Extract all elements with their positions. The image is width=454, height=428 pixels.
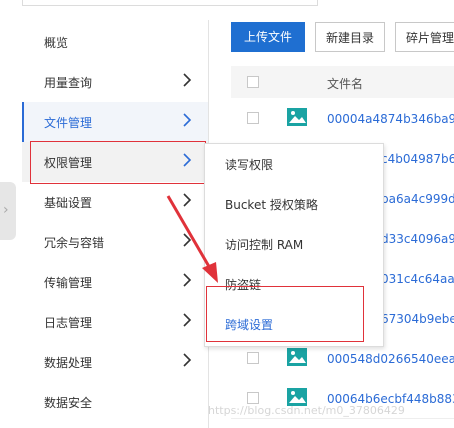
sidebar-item-label: 文件管理: [44, 116, 93, 130]
sidebar-item-label: 基础设置: [44, 196, 93, 210]
file-name-link[interactable]: d33c4096a9: [381, 232, 454, 246]
submenu-item-read-write[interactable]: 读写权限: [225, 156, 273, 173]
new-directory-button[interactable]: 新建目录: [315, 22, 385, 52]
image-file-icon: [287, 108, 307, 126]
row-checkbox[interactable]: [247, 352, 259, 364]
sidebar-item-usage[interactable]: 用量查询: [22, 62, 208, 102]
chevron-right-icon: [183, 353, 192, 367]
sidebar-item-label: 传输管理: [44, 276, 93, 290]
select-all-checkbox[interactable]: [247, 76, 259, 88]
sidebar-item-basic-settings[interactable]: 基础设置: [22, 182, 208, 222]
highlight-box-permission: [30, 141, 206, 184]
table-header: 文件名: [231, 66, 454, 98]
chevron-right-icon: [183, 233, 192, 247]
chevron-right-icon: [183, 313, 192, 327]
sidebar-item-label: 用量查询: [44, 76, 93, 90]
sidebar-item-logs[interactable]: 日志管理: [22, 302, 208, 342]
chevron-right-icon: [183, 193, 192, 207]
sidebar-item-label: 日志管理: [44, 316, 93, 330]
chevron-right-icon: [183, 113, 192, 127]
sidebar-item-data-processing[interactable]: 数据处理: [22, 342, 208, 382]
upload-file-button[interactable]: 上传文件: [231, 22, 305, 52]
chevron-right-icon: ›: [3, 202, 9, 218]
watermark: https://blog.csdn.net/m0_37806429: [208, 404, 405, 417]
sidebar: 概览 用量查询 文件管理 权限管理 基础设置 冗余与容错 传输管理 日志管理 数…: [22, 20, 209, 428]
file-name-link[interactable]: 031c4c64aa: [381, 272, 454, 286]
file-name-link[interactable]: 000548d0266540eeac: [327, 352, 454, 366]
sidebar-item-transfer[interactable]: 传输管理: [22, 262, 208, 302]
highlight-box-cors: [206, 286, 364, 342]
sidebar-item-label: 数据处理: [44, 356, 93, 370]
chevron-right-icon: [183, 73, 192, 87]
chevron-right-icon: [183, 273, 192, 287]
sidebar-collapse-handle[interactable]: ›: [0, 182, 16, 240]
sidebar-item-data-security[interactable]: 数据安全: [22, 382, 208, 422]
sidebar-item-label: 冗余与容错: [44, 236, 105, 250]
table-row[interactable]: 00004a4874b346ba9b: [231, 98, 454, 139]
sidebar-item-label: 数据安全: [44, 396, 93, 410]
file-name-link[interactable]: 00004a4874b346ba9b: [327, 112, 454, 126]
row-checkbox[interactable]: [247, 112, 259, 124]
sidebar-item-label: 概览: [44, 36, 69, 50]
submenu-item-access-control-ram[interactable]: 访问控制 RAM: [225, 236, 303, 253]
column-header-filename: 文件名: [327, 77, 364, 91]
search-bar-edge: [22, 0, 318, 6]
row-checkbox[interactable]: [247, 392, 259, 404]
fragment-management-button[interactable]: 碎片管理: [395, 22, 454, 52]
file-name-link[interactable]: 67304b9ebe: [381, 312, 454, 326]
sidebar-item-redundancy[interactable]: 冗余与容错: [22, 222, 208, 262]
file-name-link[interactable]: ba6a4c999d: [381, 192, 454, 206]
file-name-link[interactable]: c4b04987b6: [381, 152, 454, 166]
sidebar-item-file-management[interactable]: 文件管理: [22, 102, 208, 142]
image-file-icon: [287, 348, 307, 366]
sidebar-item-overview[interactable]: 概览: [22, 22, 208, 62]
submenu-item-bucket-policy[interactable]: Bucket 授权策略: [225, 196, 318, 213]
